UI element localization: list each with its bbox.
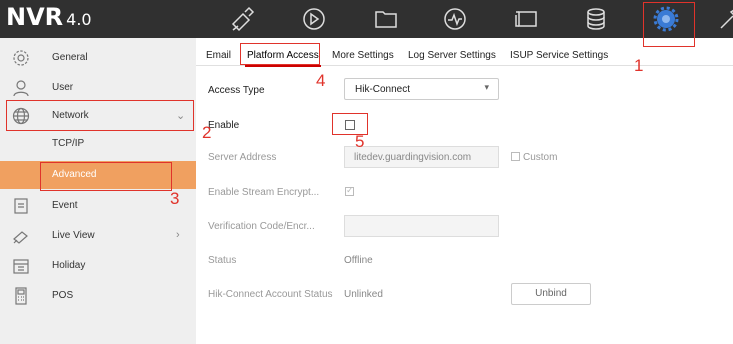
sidebar-item-general[interactable]: General	[0, 44, 196, 72]
stream-encrypt-label: Enable Stream Encrypt...	[208, 187, 320, 198]
account-status-value: Unlinked	[344, 289, 383, 300]
gear-outline-icon	[12, 49, 30, 67]
active-tab-indicator	[245, 65, 321, 67]
chevron-down-icon: ▾	[484, 82, 489, 92]
custom-checkbox[interactable]	[511, 152, 520, 161]
server-address-label: Server Address	[208, 152, 277, 163]
tab-more-settings[interactable]: More Settings	[332, 50, 394, 61]
sidebar-item-label: POS	[52, 290, 74, 301]
top-navigation-bar: NVR 4.0	[0, 0, 733, 38]
tab-email[interactable]: Email	[206, 50, 231, 61]
annotation-box-advanced	[40, 162, 172, 191]
access-type-value: Hik-Connect	[355, 84, 411, 95]
sidebar-item-label: General	[52, 52, 88, 63]
annotation-box-gear	[643, 2, 695, 47]
access-type-label: Access Type	[208, 85, 265, 96]
sidebar-item-label: Holiday	[52, 260, 86, 271]
storage-icon[interactable]	[582, 5, 610, 33]
pos-terminal-icon	[12, 287, 30, 305]
annotation-box-network	[6, 100, 194, 131]
chevron-right-icon: ›	[176, 229, 180, 241]
annotation-number-3: 3	[170, 189, 180, 208]
tab-log-server-settings[interactable]: Log Server Settings	[408, 50, 496, 61]
annotation-number-4: 4	[316, 71, 326, 90]
sidebar: General User Network ⌄ TCP/IP Advanced E…	[0, 38, 196, 344]
annotation-number-1: 1	[634, 56, 644, 75]
sidebar-item-pos[interactable]: POS	[0, 282, 196, 310]
server-address-field[interactable]: litedev.guardingvision.com	[344, 146, 499, 168]
live-view-camera-icon[interactable]	[228, 5, 256, 33]
account-status-label: Hik-Connect Account Status	[208, 289, 333, 300]
verification-code-field[interactable]	[344, 215, 499, 237]
sidebar-item-label: Live View	[52, 230, 95, 241]
calendar-icon	[12, 257, 30, 275]
maintenance-icon[interactable]	[716, 5, 733, 33]
tab-isup-service-settings[interactable]: ISUP Service Settings	[510, 50, 608, 61]
user-icon	[12, 79, 30, 97]
enable-label: Enable	[208, 120, 240, 131]
custom-label: Custom	[523, 152, 558, 163]
camera-management-icon[interactable]	[512, 5, 540, 33]
annotation-number-2: 2	[202, 123, 212, 142]
sidebar-item-live-view[interactable]: Live View ›	[0, 222, 196, 250]
status-label: Status	[208, 255, 237, 266]
sidebar-item-label: TCP/IP	[52, 138, 85, 149]
playback-icon[interactable]	[300, 5, 328, 33]
event-list-icon	[12, 197, 30, 215]
sidebar-item-event[interactable]: Event	[0, 192, 196, 220]
smart-analysis-icon[interactable]	[441, 5, 469, 33]
sidebar-item-label: Event	[52, 200, 78, 211]
annotation-box-platform-access	[240, 43, 320, 65]
stream-encrypt-checkbox[interactable]	[345, 185, 354, 196]
app-logo: NVR 4.0	[6, 3, 92, 31]
sidebar-item-tcpip[interactable]: TCP/IP	[0, 130, 196, 158]
sidebar-item-user[interactable]: User	[0, 74, 196, 102]
verification-code-label: Verification Code/Encr...	[208, 221, 315, 232]
brand-name: NVR	[6, 3, 64, 31]
status-value: Offline	[344, 255, 373, 266]
file-folder-icon[interactable]	[372, 5, 400, 33]
annotation-number-5: 5	[355, 132, 365, 151]
sidebar-item-holiday[interactable]: Holiday	[0, 252, 196, 280]
access-type-select[interactable]: Hik-Connect ▾	[344, 78, 499, 100]
brand-version: 4.0	[66, 10, 92, 29]
sidebar-item-label: User	[52, 82, 74, 93]
unbind-button[interactable]: Unbind	[511, 283, 591, 305]
server-address-value: litedev.guardingvision.com	[354, 152, 472, 163]
camera-icon	[12, 227, 30, 245]
